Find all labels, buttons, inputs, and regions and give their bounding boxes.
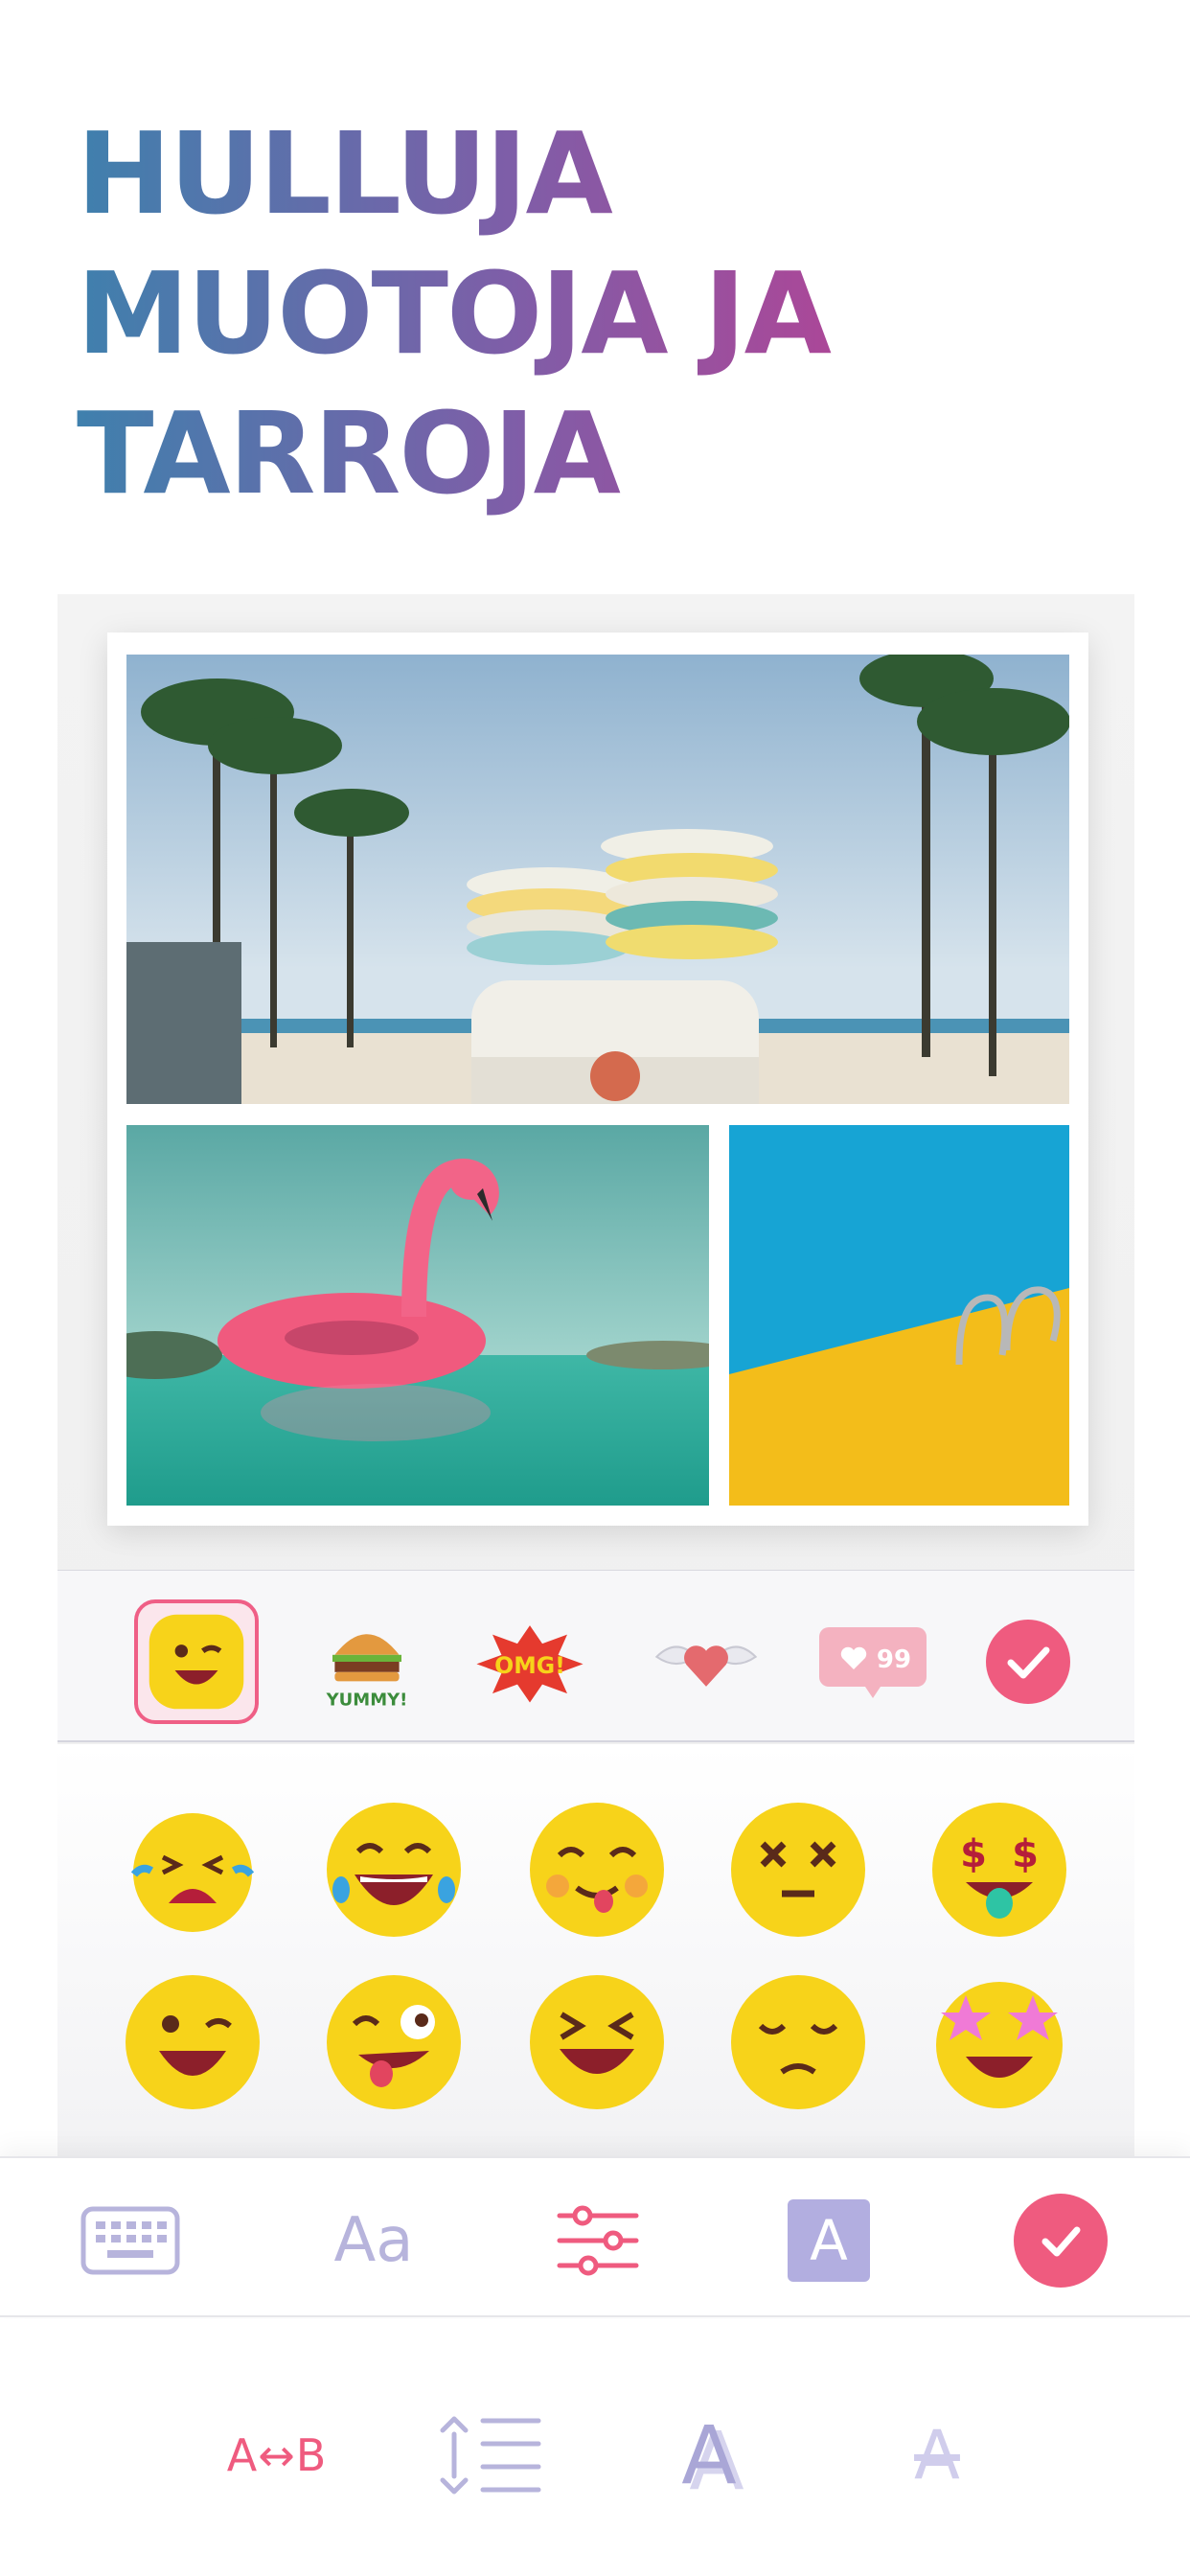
burger-yummy-sticker-icon: YUMMY! [326, 1634, 408, 1711]
line-spacing-icon [440, 2416, 541, 2495]
crying-laughing-icon [130, 1813, 255, 1932]
pensive-icon [731, 1975, 865, 2109]
pool-ladder-photo[interactable] [729, 1125, 1069, 1506]
money-mouth-icon: $ $ [932, 1803, 1066, 1937]
font-button[interactable]: Aa [307, 2200, 441, 2281]
keyboard-button[interactable] [80, 2200, 180, 2281]
text-shadow-button[interactable]: A [663, 2407, 755, 2503]
sliders-icon [557, 2205, 639, 2276]
winking-icon [126, 1975, 260, 2109]
tongue-out-icon [530, 1803, 664, 1937]
wink-emoji-icon [149, 1614, 244, 1710]
category-social[interactable]: 99 [811, 1599, 935, 1724]
keyboard-icon [80, 2206, 180, 2275]
winking-emoji[interactable] [121, 1970, 264, 2114]
beach-van-surfboards-photo[interactable] [126, 655, 1069, 1104]
svg-text:$: $ [1012, 1832, 1039, 1876]
text-shadow-icon: A [681, 2408, 737, 2502]
zany-icon [327, 1975, 461, 2109]
money-mouth-emoji[interactable]: $ $ [927, 1798, 1071, 1942]
confirm-check-icon [986, 1620, 1070, 1704]
text-color-label: A [788, 2199, 870, 2282]
star-struck-icon [936, 1982, 1063, 2108]
confirm-sticker-button[interactable] [966, 1599, 1090, 1724]
svg-text:$: $ [960, 1832, 987, 1876]
dizzy-x-eyes-emoji[interactable] [726, 1798, 870, 1942]
text-editor-toolbar: Aa A [0, 2156, 1190, 2317]
like-count-label: 99 [877, 1645, 911, 1674]
headline: HULLUJA MUOTOJA JA TARROJA [77, 104, 1035, 523]
text-outline-button[interactable]: A [891, 2407, 983, 2503]
text-outline-icon: A [914, 2416, 960, 2495]
category-comic[interactable]: OMG! [468, 1599, 592, 1724]
swap-label: A↔B [226, 2429, 328, 2481]
category-emoji[interactable] [134, 1599, 259, 1724]
text-style-tools: A↔B A A [0, 2319, 1190, 2576]
line-spacing-button[interactable] [437, 2407, 544, 2503]
yummy-label: YUMMY! [326, 1690, 408, 1711]
omg-sticker-icon: OMG! [476, 1625, 584, 1703]
pensive-emoji[interactable] [726, 1970, 870, 2114]
headline-line-1: HULLUJA [77, 107, 611, 240]
headline-line-2: MUOTOJA JA [77, 247, 830, 380]
category-food[interactable]: YUMMY! [305, 1599, 429, 1724]
winged-heart-icon [654, 1645, 758, 1687]
tears-of-joy-icon [327, 1803, 461, 1937]
category-love[interactable] [644, 1599, 768, 1724]
letter-spacing-button[interactable]: A↔B [205, 2407, 349, 2503]
font-label: Aa [333, 2205, 414, 2276]
headline-line-3: TARROJA [77, 387, 619, 519]
grinning-squint-icon [530, 1975, 664, 2109]
sticker-category-bar: YUMMY! OMG! 99 [57, 1570, 1134, 1742]
grinning-squint-emoji[interactable] [525, 1970, 669, 2114]
like-badge-icon: 99 [819, 1627, 927, 1698]
pink-flamingo-float-photo[interactable] [126, 1125, 709, 1506]
tongue-out-emoji[interactable] [525, 1798, 669, 1942]
checkmark-icon [1014, 2194, 1108, 2288]
crying-laughing-emoji[interactable] [121, 1798, 264, 1942]
tears-of-joy-emoji[interactable] [322, 1798, 466, 1942]
zany-emoji[interactable] [322, 1970, 466, 2114]
dizzy-x-eyes-icon [731, 1803, 865, 1937]
adjust-button[interactable] [554, 2200, 642, 2281]
done-button[interactable] [1014, 2194, 1108, 2288]
text-color-button[interactable]: A [788, 2199, 870, 2282]
omg-label: OMG! [494, 1652, 565, 1679]
star-struck-emoji[interactable] [927, 1970, 1071, 2114]
